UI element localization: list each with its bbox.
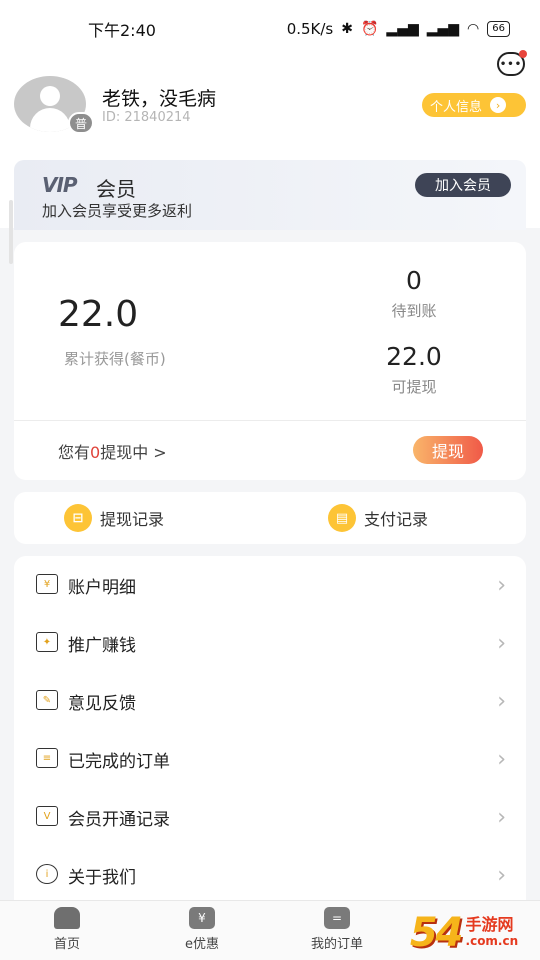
menu-item-completed-orders[interactable]: ≡ 已完成的订单 ›: [14, 730, 526, 788]
menu-item-label: 账户明细: [68, 577, 136, 598]
withdrawable-label: 可提现: [391, 378, 437, 396]
menu-item-vip-records[interactable]: V 会员开通记录 ›: [14, 788, 526, 846]
vip-title: 会员: [96, 177, 136, 201]
coupon-icon: ¥: [189, 907, 215, 929]
withdrawing-count: 0: [90, 443, 101, 462]
menu-item-feedback[interactable]: ✎ 意见反馈 ›: [14, 672, 526, 730]
chevron-right-icon: ›: [497, 862, 506, 888]
withdraw-records-label: 提现记录: [100, 510, 165, 529]
withdrawing-suffix: 提现中 >: [100, 443, 167, 462]
withdraw-button[interactable]: 提现: [413, 436, 483, 464]
chevron-right-icon: ›: [497, 804, 506, 830]
status-bar: 下午2:40 0.5K/s ✱ ⏰ ▂▄▆ ▂▄▆ ◠ 66: [0, 0, 540, 58]
personal-info-button[interactable]: 个人信息 ›: [422, 93, 526, 117]
withdrawing-status-link[interactable]: 您有0提现中 >: [58, 439, 167, 463]
arrow-right-icon: ›: [490, 97, 507, 113]
notification-dot: [519, 50, 527, 58]
menu-item-label: 会员开通记录: [68, 809, 170, 830]
menu-list: ¥ 账户明细 › ✦ 推广赚钱 › ✎ 意见反馈 › ≡ 已完成的订单 › V …: [14, 556, 526, 906]
chat-bubble-icon: •••: [499, 58, 523, 70]
vip-subtitle: 加入会员享受更多返利: [42, 202, 193, 220]
records-card: ⊟ 提现记录 ▤ 支付记录: [14, 492, 526, 544]
menu-item-about-us[interactable]: i 关于我们 ›: [14, 846, 526, 904]
battery-icon: 66: [487, 21, 510, 37]
scroll-indicator: [9, 200, 13, 264]
vip-folder-icon: V: [36, 806, 58, 826]
status-time: 下午2:40: [88, 21, 156, 40]
pending-value: 0: [406, 266, 422, 295]
user-id: ID: 21840214: [102, 110, 191, 125]
tab-e-discount[interactable]: ¥ e优惠: [152, 907, 252, 952]
earnings-card: 22.0 累计获得(餐币) 0 待到账 22.0 可提现 您有0提现中 > 提现: [14, 242, 526, 480]
watermark-name: 手游网: [465, 915, 514, 934]
ledger-icon: ¥: [36, 574, 58, 594]
pending-label: 待到账: [391, 302, 437, 320]
edit-icon: ✎: [36, 690, 58, 710]
watermark-number: 54: [409, 910, 464, 956]
orders-icon: =: [324, 907, 350, 929]
menu-item-account-details[interactable]: ¥ 账户明细 ›: [14, 556, 526, 614]
tab-my-orders-label: 我的订单: [310, 937, 363, 952]
user-name: 老铁，没毛病: [102, 88, 217, 110]
wifi-icon: ◠: [467, 21, 480, 37]
signal-icon: ▂▄▆: [386, 21, 419, 37]
signal-2-icon: ▂▄▆: [426, 21, 460, 37]
chevron-right-icon: ›: [497, 688, 506, 714]
site-watermark: 54 手游网 .com.cn: [388, 906, 540, 960]
watermark-text: 手游网 .com.cn: [466, 917, 519, 949]
personal-info-label: 个人信息: [430, 99, 483, 115]
divider: [14, 420, 526, 421]
gift-icon: ✦: [36, 632, 58, 652]
menu-item-promote[interactable]: ✦ 推广赚钱 ›: [14, 614, 526, 672]
menu-item-label: 推广赚钱: [68, 635, 136, 656]
withdraw-records-button[interactable]: ⊟ 提现记录: [64, 504, 164, 532]
join-vip-button[interactable]: 加入会员: [415, 173, 511, 197]
menu-item-label: 已完成的订单: [68, 751, 170, 772]
menu-item-label: 意见反馈: [68, 693, 136, 714]
receipt-icon: ▤: [328, 504, 356, 532]
bluetooth-icon: ✱: [341, 21, 353, 37]
payment-records-label: 支付记录: [364, 510, 429, 529]
tab-my-orders[interactable]: = 我的订单: [287, 907, 387, 952]
chevron-right-icon: ›: [497, 630, 506, 656]
chevron-right-icon: ›: [497, 572, 506, 598]
alarm-icon: ⏰: [360, 21, 379, 37]
withdrawable-value: 22.0: [386, 342, 442, 371]
order-list-icon: ≡: [36, 748, 58, 768]
menu-item-label: 关于我们: [68, 867, 136, 888]
status-indicators: 0.5K/s ✱ ⏰ ▂▄▆ ▂▄▆ ◠ 66: [287, 20, 510, 38]
watermark-url: .com.cn: [465, 934, 519, 948]
total-earned-value: 22.0: [58, 294, 139, 335]
withdrawing-prefix: 您有: [58, 443, 91, 462]
member-level-badge: 普: [68, 112, 94, 134]
wallet-icon: ⊟: [64, 504, 92, 532]
payment-records-button[interactable]: ▤ 支付记录: [328, 504, 428, 532]
tab-e-discount-label: e优惠: [185, 937, 219, 952]
net-speed: 0.5K/s: [286, 20, 334, 38]
chevron-right-icon: ›: [497, 746, 506, 772]
info-icon: i: [36, 864, 58, 884]
tab-home-label: 首页: [53, 937, 80, 952]
message-button[interactable]: •••: [497, 50, 527, 76]
tab-home[interactable]: 首页: [17, 907, 117, 952]
home-icon: [54, 907, 80, 929]
vip-logo: VIP: [42, 173, 78, 197]
vip-banner[interactable]: VIP 会员 加入会员享受更多返利 加入会员: [14, 160, 526, 230]
total-earned-label: 累计获得(餐币): [64, 350, 166, 368]
